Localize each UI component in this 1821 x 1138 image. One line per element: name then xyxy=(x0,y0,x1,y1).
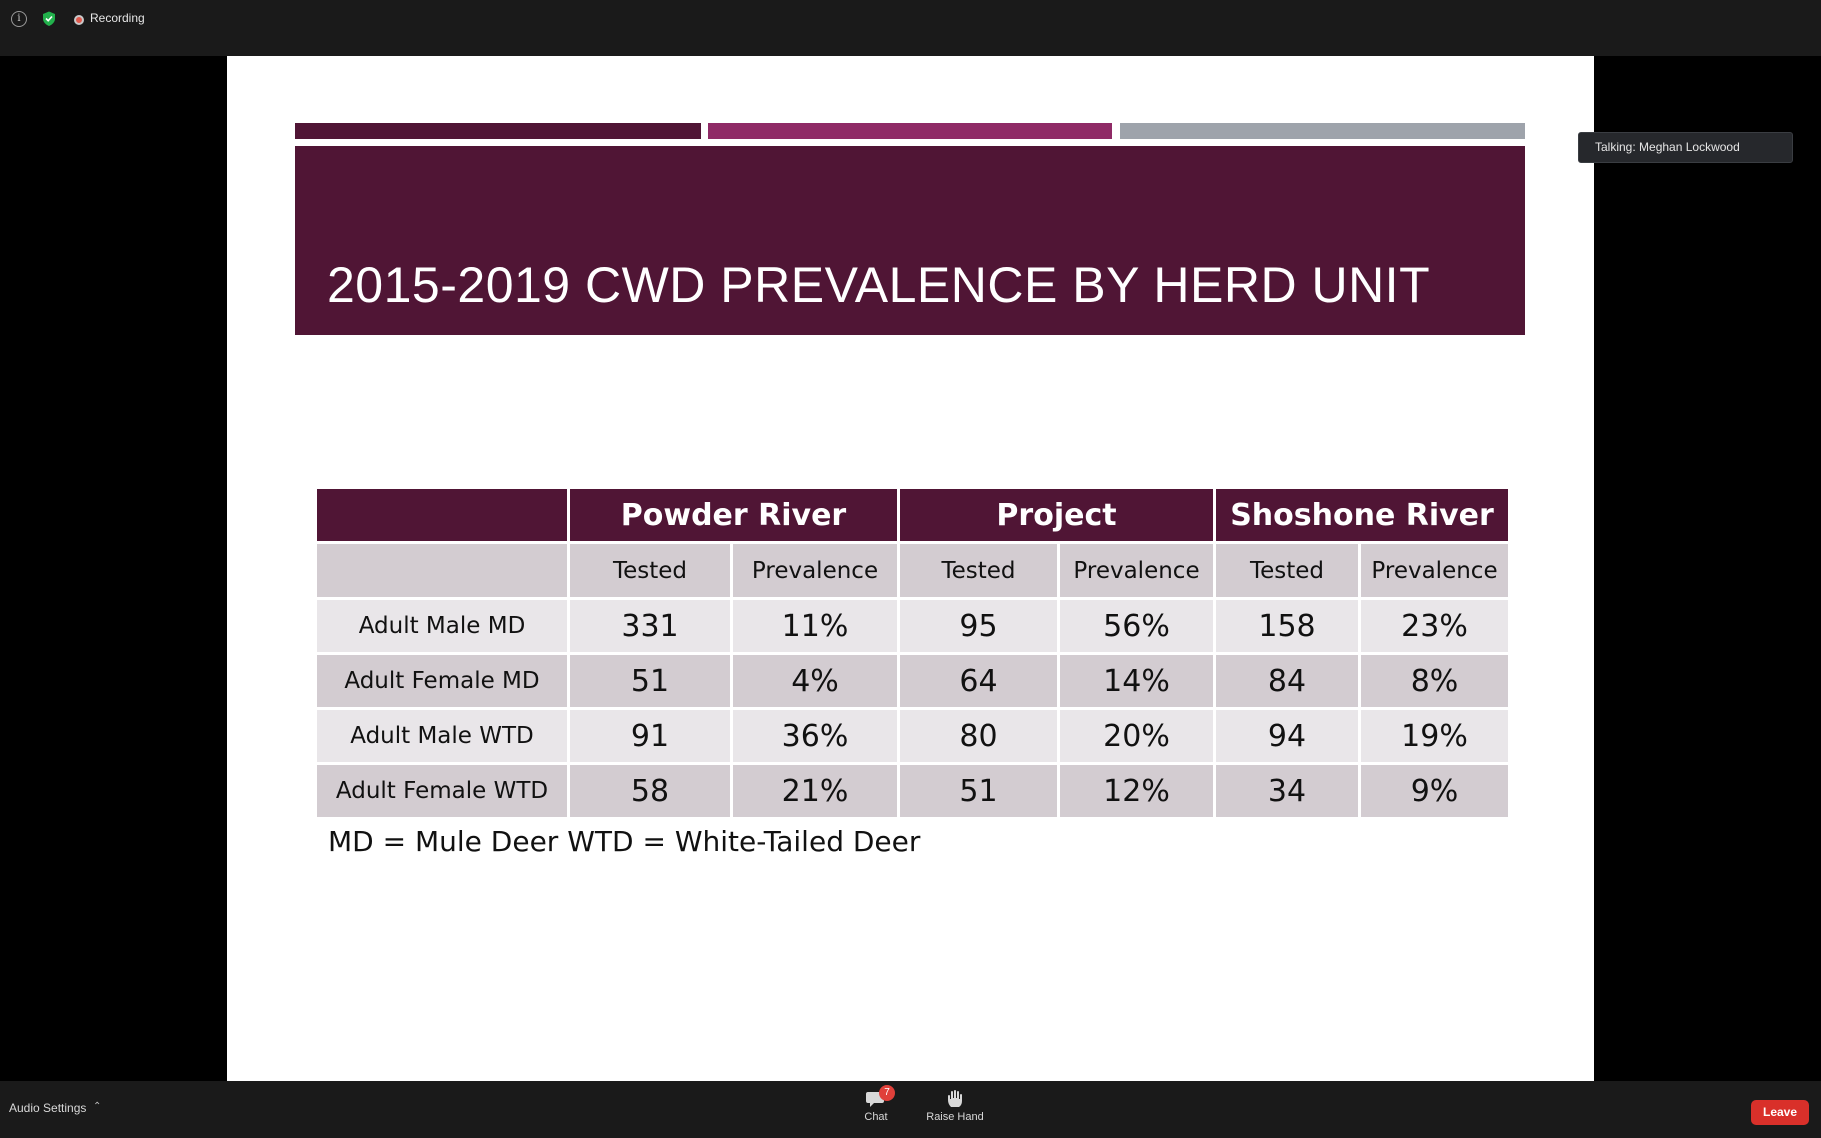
group-header: Powder River xyxy=(567,486,900,544)
table-cell: 14% xyxy=(1057,652,1216,710)
subheader-cell: Prevalence xyxy=(1057,541,1216,600)
table-row: Adult Female WTD 58 21% 51 12% 34 9% xyxy=(314,762,1512,820)
table-corner-cell xyxy=(314,486,570,544)
table-cell: 23% xyxy=(1357,597,1512,655)
decor-bar-3 xyxy=(1120,123,1525,139)
table-cell: 51 xyxy=(567,652,733,710)
group-header: Shoshone River xyxy=(1212,486,1512,544)
decor-bar-2 xyxy=(708,123,1112,139)
table-cell: 4% xyxy=(730,652,900,710)
table-group-header-row: Powder River Project Shoshone River xyxy=(314,486,1512,544)
table-row: Adult Male WTD 91 36% 80 20% 94 19% xyxy=(314,707,1512,765)
table-cell: 51 xyxy=(897,762,1060,820)
table-cell: 331 xyxy=(567,597,733,655)
raise-hand-label: Raise Hand xyxy=(926,1111,984,1123)
chevron-up-icon[interactable]: ⌃ xyxy=(93,1101,101,1112)
chat-label: Chat xyxy=(864,1111,888,1123)
table-cell: 58 xyxy=(567,762,733,820)
table-subheader-blank xyxy=(314,541,570,600)
title-banner: 2015-2019 CWD PREVALENCE BY HERD UNIT xyxy=(295,146,1525,335)
subheader-cell: Tested xyxy=(897,541,1060,600)
row-label: Adult Female WTD xyxy=(314,762,570,820)
row-label: Adult Female MD xyxy=(314,652,570,710)
table-cell: 158 xyxy=(1213,597,1361,655)
chat-bubble-icon: 7 xyxy=(841,1085,911,1111)
subheader-cell: Tested xyxy=(567,541,733,600)
table-cell: 84 xyxy=(1213,652,1361,710)
security-shield-icon[interactable] xyxy=(41,10,57,27)
table-row: Adult Male MD 331 11% 95 56% 158 23% xyxy=(314,597,1512,655)
recording-dot-icon xyxy=(74,15,84,25)
prevalence-table: Powder River Project Shoshone River Test… xyxy=(314,486,1512,820)
meeting-top-bar: i Recording xyxy=(0,0,1821,56)
chat-unread-badge: 7 xyxy=(879,1085,895,1101)
table-cell: 36% xyxy=(730,707,900,765)
table-cell: 64 xyxy=(897,652,1060,710)
table-cell: 91 xyxy=(567,707,733,765)
table-cell: 11% xyxy=(730,597,900,655)
table-cell: 8% xyxy=(1357,652,1512,710)
table-row: Adult Female MD 51 4% 64 14% 84 8% xyxy=(314,652,1512,710)
talking-indicator: Talking: Meghan Lockwood xyxy=(1578,132,1793,163)
table-subheader-row: Tested Prevalence Tested Prevalence Test… xyxy=(314,541,1512,600)
table-cell: 9% xyxy=(1357,762,1512,820)
info-icon[interactable]: i xyxy=(11,11,27,27)
row-label: Adult Male WTD xyxy=(314,707,570,765)
raise-hand-button[interactable]: Raise Hand xyxy=(920,1089,990,1123)
table-cell: 19% xyxy=(1357,707,1512,765)
table-cell: 34 xyxy=(1213,762,1361,820)
table-cell: 94 xyxy=(1213,707,1361,765)
chat-button[interactable]: 7 Chat xyxy=(841,1085,911,1123)
table-cell: 20% xyxy=(1057,707,1216,765)
table-cell: 56% xyxy=(1057,597,1216,655)
decor-bar-1 xyxy=(295,123,701,139)
subheader-cell: Prevalence xyxy=(730,541,900,600)
table-cell: 95 xyxy=(897,597,1060,655)
table-cell: 21% xyxy=(730,762,900,820)
hand-icon xyxy=(920,1089,990,1111)
abbreviation-footnote: MD = Mule Deer WTD = White-Tailed Deer xyxy=(328,825,921,858)
group-header: Project xyxy=(897,486,1216,544)
subheader-cell: Prevalence xyxy=(1357,541,1512,600)
subheader-cell: Tested xyxy=(1213,541,1361,600)
leave-button[interactable]: Leave xyxy=(1751,1100,1809,1125)
shared-slide: 2015-2019 CWD PREVALENCE BY HERD UNIT Po… xyxy=(227,56,1594,1081)
recording-label: Recording xyxy=(90,11,145,25)
row-label: Adult Male MD xyxy=(314,597,570,655)
slide-title: 2015-2019 CWD PREVALENCE BY HERD UNIT xyxy=(327,257,1431,313)
audio-settings-button[interactable]: Audio Settings xyxy=(9,1101,86,1115)
table-cell: 12% xyxy=(1057,762,1216,820)
table-cell: 80 xyxy=(897,707,1060,765)
meeting-controls-bar: Audio Settings ⌃ 7 Chat Raise Hand Leave xyxy=(0,1081,1821,1138)
